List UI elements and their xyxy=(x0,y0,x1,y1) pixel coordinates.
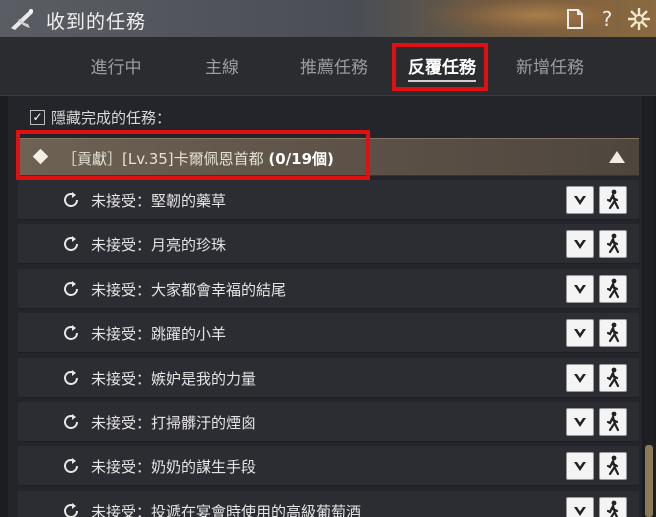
hide-completed-row[interactable]: ✓ 隱藏完成的任務： xyxy=(30,105,171,129)
expand-down-button[interactable] xyxy=(566,408,594,436)
quest-label: 未接受：跳躍的小羊 xyxy=(91,325,227,343)
repeat-cycle-icon xyxy=(62,369,80,387)
expand-down-button[interactable] xyxy=(566,186,594,214)
quest-label: 未接受：奶奶的謀生手段 xyxy=(91,458,257,476)
scroll-feather-icon xyxy=(8,6,36,32)
auto-walk-icon[interactable] xyxy=(599,408,627,436)
expand-down-button[interactable] xyxy=(566,319,594,347)
auto-walk-icon[interactable] xyxy=(599,275,627,303)
hide-completed-checkbox[interactable]: ✓ xyxy=(30,109,45,125)
quest-row[interactable]: 未接受：投遞在宴會時使用的高級葡萄酒 xyxy=(18,491,639,517)
title-bar: 收到的任務 ? xyxy=(0,0,656,38)
auto-walk-icon[interactable] xyxy=(599,364,627,392)
quest-row[interactable]: 未接受：嫉妒是我的力量 xyxy=(18,358,639,398)
repeat-cycle-icon xyxy=(62,413,80,431)
quest-row[interactable]: 未接受：堅韌的藥草 xyxy=(18,180,639,220)
quest-row[interactable]: 未接受：大家都會幸福的結尾 xyxy=(18,269,639,309)
window-title: 收到的任務 xyxy=(46,11,147,33)
quest-row[interactable]: 未接受：打掃髒汙的煙囪 xyxy=(18,402,639,442)
emblem-close-icon[interactable] xyxy=(626,6,652,32)
repeat-cycle-icon xyxy=(62,191,80,209)
repeat-cycle-icon xyxy=(62,502,80,517)
auto-walk-icon[interactable] xyxy=(599,186,627,214)
auto-walk-icon[interactable] xyxy=(599,452,627,480)
quest-row[interactable]: 未接受：奶奶的謀生手段 xyxy=(18,446,639,486)
quest-label: 未接受：堅韌的藥草 xyxy=(91,192,227,210)
repeat-cycle-icon xyxy=(62,235,80,253)
auto-walk-icon[interactable] xyxy=(599,497,627,517)
tab-in-progress[interactable]: 進行中 xyxy=(78,50,154,86)
expand-down-button[interactable] xyxy=(566,275,594,303)
quest-label: 未接受：月亮的珍珠 xyxy=(91,236,227,254)
tab-new-quests[interactable]: 新增任務 xyxy=(506,50,594,86)
repeat-cycle-icon xyxy=(62,457,80,475)
expand-down-button[interactable] xyxy=(566,364,594,392)
tab-recommended[interactable]: 推薦任務 xyxy=(290,50,378,86)
quest-label: 未接受：打掃髒汙的煙囪 xyxy=(91,414,257,432)
hide-completed-label: 隱藏完成的任務： xyxy=(51,108,172,127)
tab-main-story[interactable]: 主線 xyxy=(190,50,254,86)
scrollbar-thumb[interactable] xyxy=(645,445,653,517)
expand-down-button[interactable] xyxy=(566,230,594,258)
quest-label: 未接受：投遞在宴會時使用的高級葡萄酒 xyxy=(91,503,362,517)
expand-down-button[interactable] xyxy=(566,452,594,480)
auto-walk-icon[interactable] xyxy=(599,319,627,347)
repeat-cycle-icon xyxy=(62,324,80,342)
auto-walk-icon[interactable] xyxy=(599,230,627,258)
tab-bar: 進行中 主線 推薦任務 反覆任務 新增任務 xyxy=(0,38,656,96)
quest-row[interactable]: 未接受：月亮的珍珠 xyxy=(18,224,639,264)
highlight-box-group xyxy=(16,130,370,180)
quest-row[interactable]: 未接受：跳躍的小羊 xyxy=(18,313,639,353)
help-button[interactable]: ? xyxy=(594,6,620,32)
collapse-arrow-icon[interactable] xyxy=(609,151,625,163)
quest-label: 未接受：嫉妒是我的力量 xyxy=(91,370,257,388)
expand-down-button[interactable] xyxy=(566,497,594,517)
repeat-cycle-icon xyxy=(62,280,80,298)
highlight-box-tab xyxy=(392,43,488,91)
quest-label: 未接受：大家都會幸福的結尾 xyxy=(91,281,287,299)
document-icon[interactable] xyxy=(562,6,588,32)
